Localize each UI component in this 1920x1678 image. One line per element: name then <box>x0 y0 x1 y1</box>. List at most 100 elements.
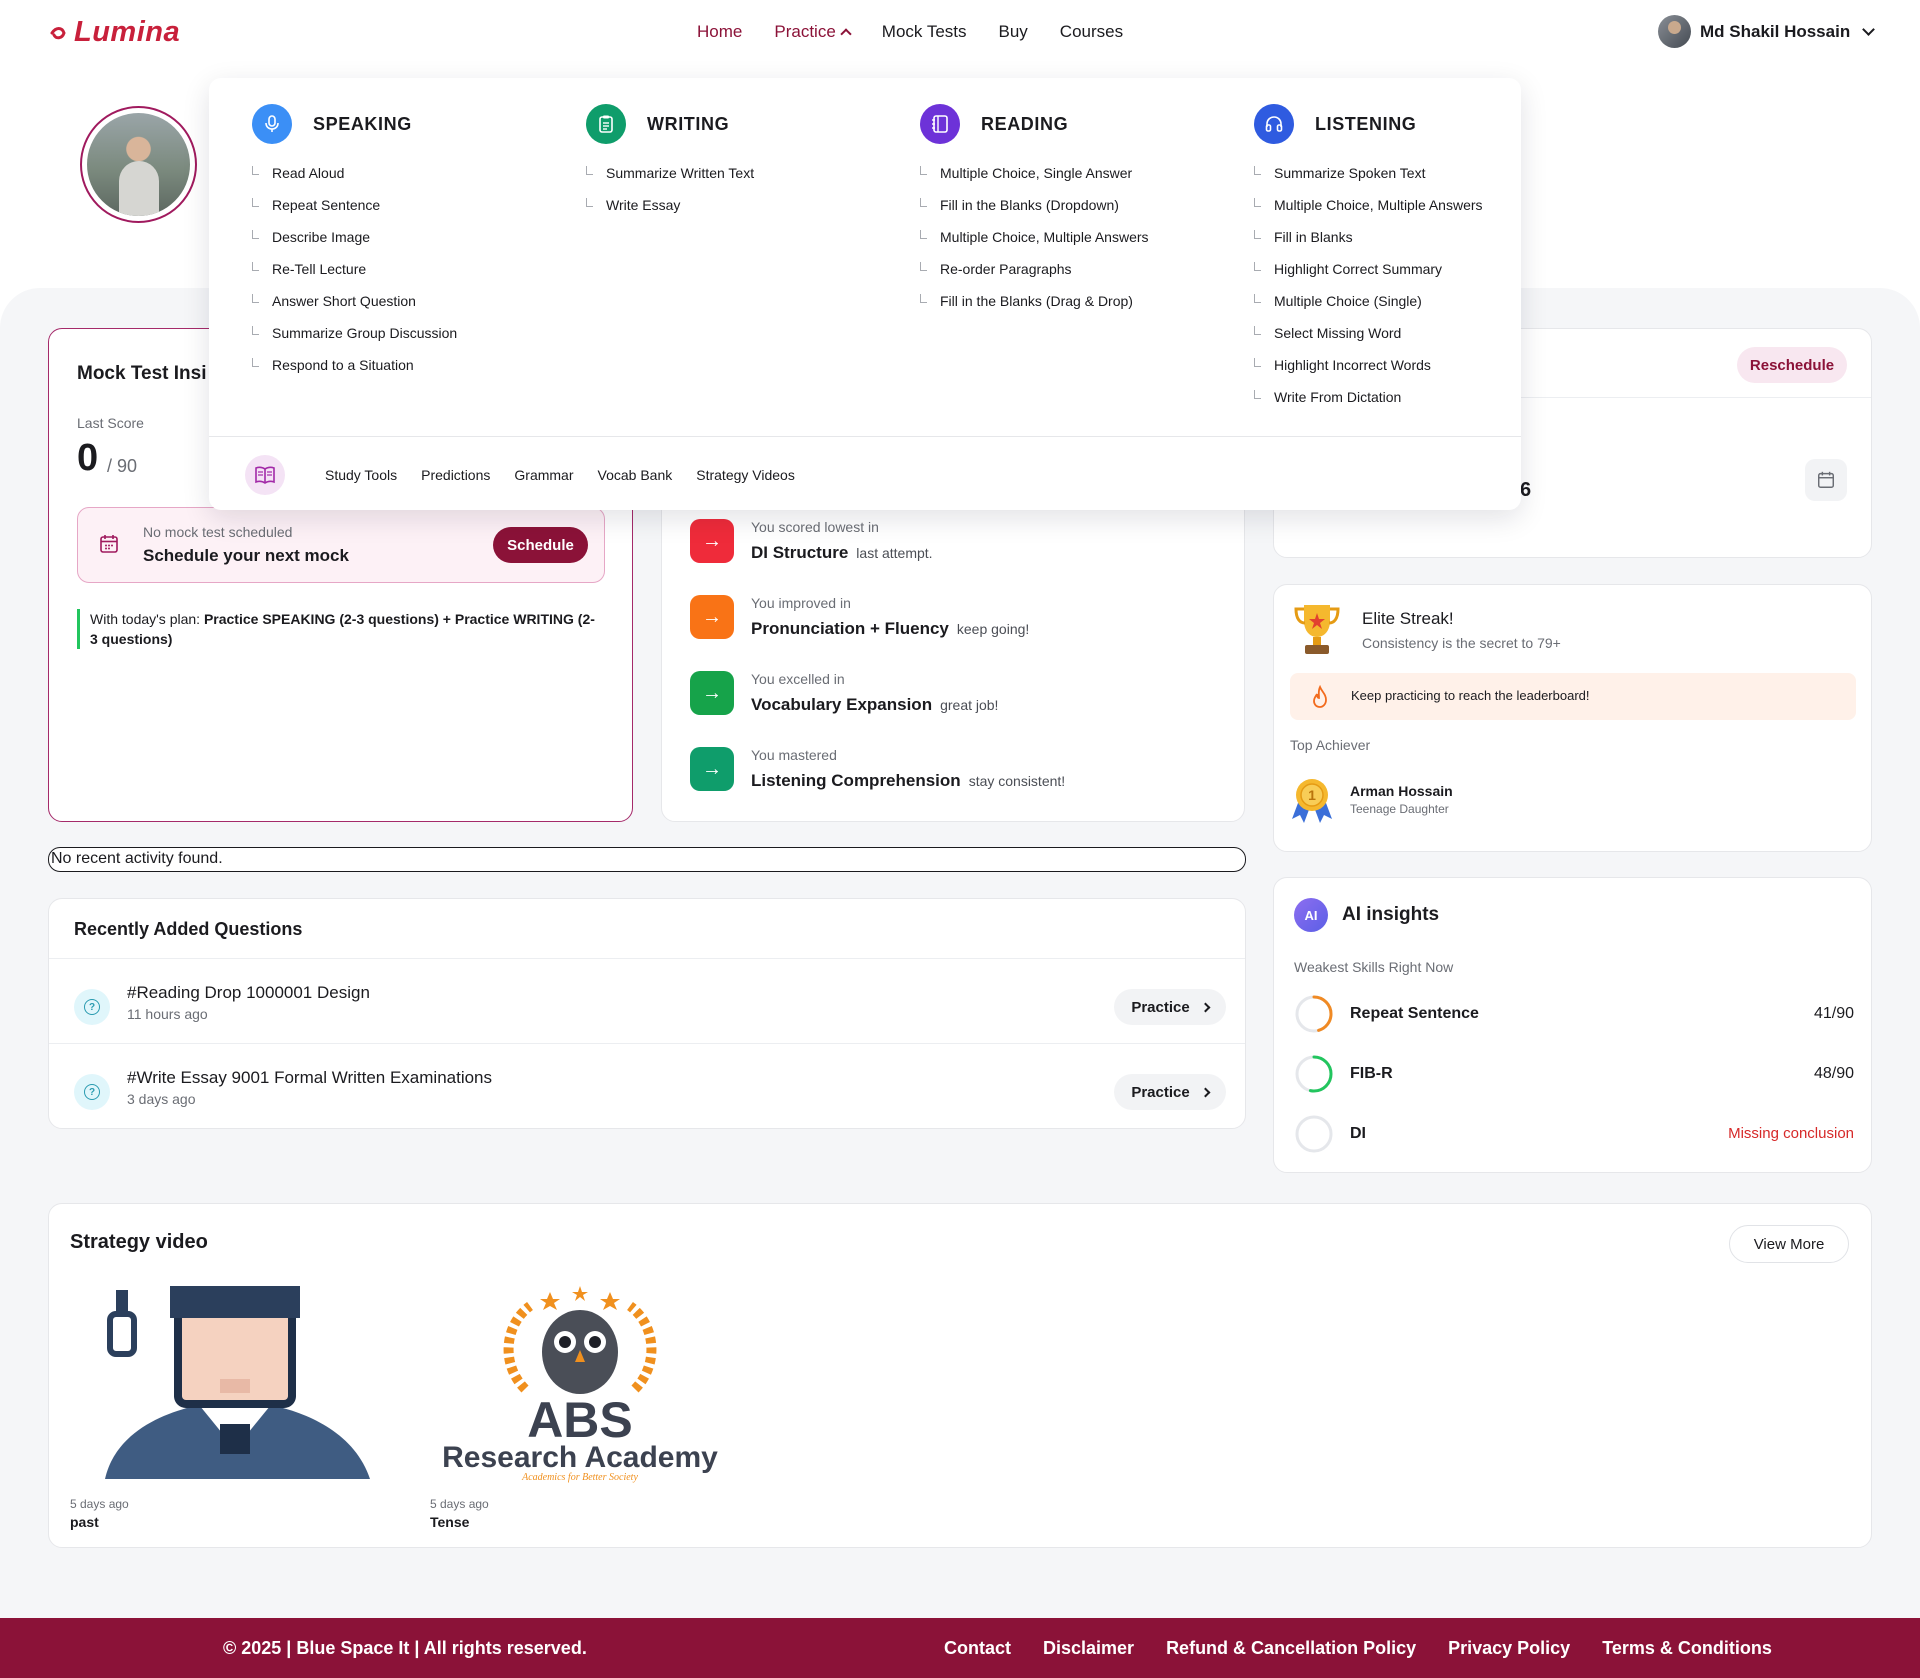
nav-mock-tests[interactable]: Mock Tests <box>882 22 967 42</box>
top-achiever-label: Top Achiever <box>1290 737 1371 753</box>
menu-item-repeat-sentence[interactable]: Repeat Sentence <box>252 189 457 221</box>
practice-button[interactable]: Practice <box>1114 989 1226 1025</box>
highlight-line: Pronunciation + Fluency keep going! <box>751 619 1029 639</box>
question-icon: ? <box>74 1074 110 1110</box>
menu-item-retell-lecture[interactable]: Re-Tell Lecture <box>252 253 457 285</box>
footer-copyright: © 2025 | Blue Space It | All rights rese… <box>223 1638 587 1658</box>
menu-heading-label: LISTENING <box>1315 113 1417 134</box>
arrow-right-icon: → <box>690 671 734 715</box>
video-thumbnail-person-icon <box>70 1284 400 1484</box>
highlight-skill: DI Structure <box>751 543 849 562</box>
branch-icon <box>1254 357 1261 367</box>
reschedule-button[interactable]: Reschedule <box>1737 347 1847 383</box>
menu-link-study-tools[interactable]: Study Tools <box>325 467 397 483</box>
view-more-button[interactable]: View More <box>1729 1225 1849 1263</box>
highlight-skill: Vocabulary Expansion <box>751 695 933 714</box>
branch-icon <box>252 229 259 239</box>
menu-item-fib-drag-drop[interactable]: Fill in the Blanks (Drag & Drop) <box>920 285 1149 317</box>
practice-button[interactable]: Practice <box>1114 1074 1226 1110</box>
lumina-logo[interactable]: Lumina <box>50 16 180 49</box>
achiever-name: Arman Hossain <box>1350 783 1453 799</box>
branch-icon <box>920 293 927 303</box>
menu-item-highlight-correct-summary[interactable]: Highlight Correct Summary <box>1254 253 1483 285</box>
video-item[interactable]: 5 days ago past <box>70 1284 400 1534</box>
schedule-main-text: Schedule your next mock <box>143 546 349 565</box>
avatar <box>1658 15 1691 48</box>
branch-icon <box>1254 197 1261 207</box>
menu-item-summarize-written-text[interactable]: Summarize Written Text <box>586 157 754 189</box>
menu-item-highlight-incorrect-words[interactable]: Highlight Incorrect Words <box>1254 349 1483 381</box>
elite-streak-card: Elite Streak! Consistency is the secret … <box>1273 584 1872 852</box>
menu-item-fill-in-blanks[interactable]: Fill in Blanks <box>1254 221 1483 253</box>
logo-sub-text: Research Academy <box>442 1441 718 1474</box>
menu-item-reorder-paragraphs[interactable]: Re-order Paragraphs <box>920 253 1149 285</box>
branch-icon <box>1254 229 1261 239</box>
menu-item-mc-multiple-listening[interactable]: Multiple Choice, Multiple Answers <box>1254 189 1483 221</box>
menu-link-strategy-videos[interactable]: Strategy Videos <box>696 467 795 483</box>
profile-avatar[interactable] <box>80 106 197 223</box>
footer-link-disclaimer[interactable]: Disclaimer <box>1043 1638 1134 1659</box>
menu-item-mc-single[interactable]: Multiple Choice, Single Answer <box>920 157 1149 189</box>
menu-item-write-from-dictation[interactable]: Write From Dictation <box>1254 381 1483 413</box>
menu-item-select-missing-word[interactable]: Select Missing Word <box>1254 317 1483 349</box>
menu-item-label: Multiple Choice, Multiple Answers <box>940 229 1149 245</box>
nav-practice[interactable]: Practice <box>774 22 852 42</box>
menu-item-summarize-group-discussion[interactable]: Summarize Group Discussion <box>252 317 457 349</box>
calendar-button[interactable] <box>1805 459 1847 501</box>
branch-icon <box>252 197 259 207</box>
footer-link-terms[interactable]: Terms & Conditions <box>1602 1638 1772 1659</box>
footer-link-privacy[interactable]: Privacy Policy <box>1448 1638 1570 1659</box>
menu-item-summarize-spoken-text[interactable]: Summarize Spoken Text <box>1254 157 1483 189</box>
branch-icon <box>920 229 927 239</box>
footer-link-refund[interactable]: Refund & Cancellation Policy <box>1166 1638 1416 1659</box>
skill-name: DI <box>1350 1125 1366 1142</box>
achiever-subtitle: Teenage Daughter <box>1350 802 1449 816</box>
video-age: 5 days ago <box>430 1497 489 1511</box>
menu-item-mc-single-listening[interactable]: Multiple Choice (Single) <box>1254 285 1483 317</box>
menu-column-listening: LISTENING Summarize Spoken Text Multiple… <box>1254 104 1483 413</box>
highlight-line: Vocabulary Expansion great job! <box>751 695 998 715</box>
menu-item-label: Read Aloud <box>272 165 345 181</box>
highlight-tail: great job! <box>940 697 999 713</box>
video-title: Tense <box>430 1514 470 1530</box>
menu-item-label: Summarize Written Text <box>606 165 755 181</box>
menu-heading-label: SPEAKING <box>313 113 412 134</box>
highlight-pre: You excelled in <box>751 671 845 687</box>
schedule-button[interactable]: Schedule <box>493 527 588 563</box>
logo-mark-icon <box>50 26 66 39</box>
menu-item-read-aloud[interactable]: Read Aloud <box>252 157 457 189</box>
video-item[interactable]: ABS Research Academy Academics for Bette… <box>430 1284 760 1534</box>
practice-button-label: Practice <box>1131 1083 1190 1101</box>
menu-heading: WRITING <box>586 104 754 144</box>
menu-item-describe-image[interactable]: Describe Image <box>252 221 457 253</box>
profile-photo <box>87 113 190 216</box>
branch-icon <box>1254 325 1261 335</box>
nav-home[interactable]: Home <box>697 22 742 42</box>
user-menu[interactable]: Md Shakil Hossain <box>1658 15 1876 48</box>
top-navigation-bar: Lumina Home Practice Mock Tests Buy Cour… <box>0 0 1920 64</box>
menu-item-label: Highlight Correct Summary <box>1274 261 1443 277</box>
nav-courses[interactable]: Courses <box>1060 22 1123 42</box>
footer-links: Contact Disclaimer Refund & Cancellation… <box>944 1638 1772 1659</box>
menu-link-predictions[interactable]: Predictions <box>421 467 490 483</box>
branch-icon <box>1254 293 1261 303</box>
footer-link-contact[interactable]: Contact <box>944 1638 1011 1659</box>
menu-item-respond-to-situation[interactable]: Respond to a Situation <box>252 349 457 381</box>
menu-item-label: Write From Dictation <box>1274 389 1402 405</box>
schedule-partial-number: 6 <box>1520 479 1532 501</box>
menu-item-label: Fill in the Blanks (Dropdown) <box>940 197 1119 213</box>
medal-icon: 1 <box>1292 779 1332 823</box>
menu-link-grammar[interactable]: Grammar <box>514 467 573 483</box>
divider <box>49 1043 1245 1044</box>
schedule-mock-box: No mock test scheduled Schedule your nex… <box>77 507 605 583</box>
branch-icon <box>586 165 593 175</box>
footer: © 2025 | Blue Space It | All rights rese… <box>0 1618 1920 1678</box>
menu-item-label: Multiple Choice (Single) <box>1274 293 1422 309</box>
menu-link-vocab-bank[interactable]: Vocab Bank <box>598 467 673 483</box>
menu-item-mc-multiple[interactable]: Multiple Choice, Multiple Answers <box>920 221 1149 253</box>
nav-buy[interactable]: Buy <box>999 22 1028 42</box>
menu-item-answer-short-question[interactable]: Answer Short Question <box>252 285 457 317</box>
menu-item-write-essay[interactable]: Write Essay <box>586 189 754 221</box>
menu-item-fib-dropdown[interactable]: Fill in the Blanks (Dropdown) <box>920 189 1149 221</box>
highlight-skill: Listening Comprehension <box>751 771 961 790</box>
